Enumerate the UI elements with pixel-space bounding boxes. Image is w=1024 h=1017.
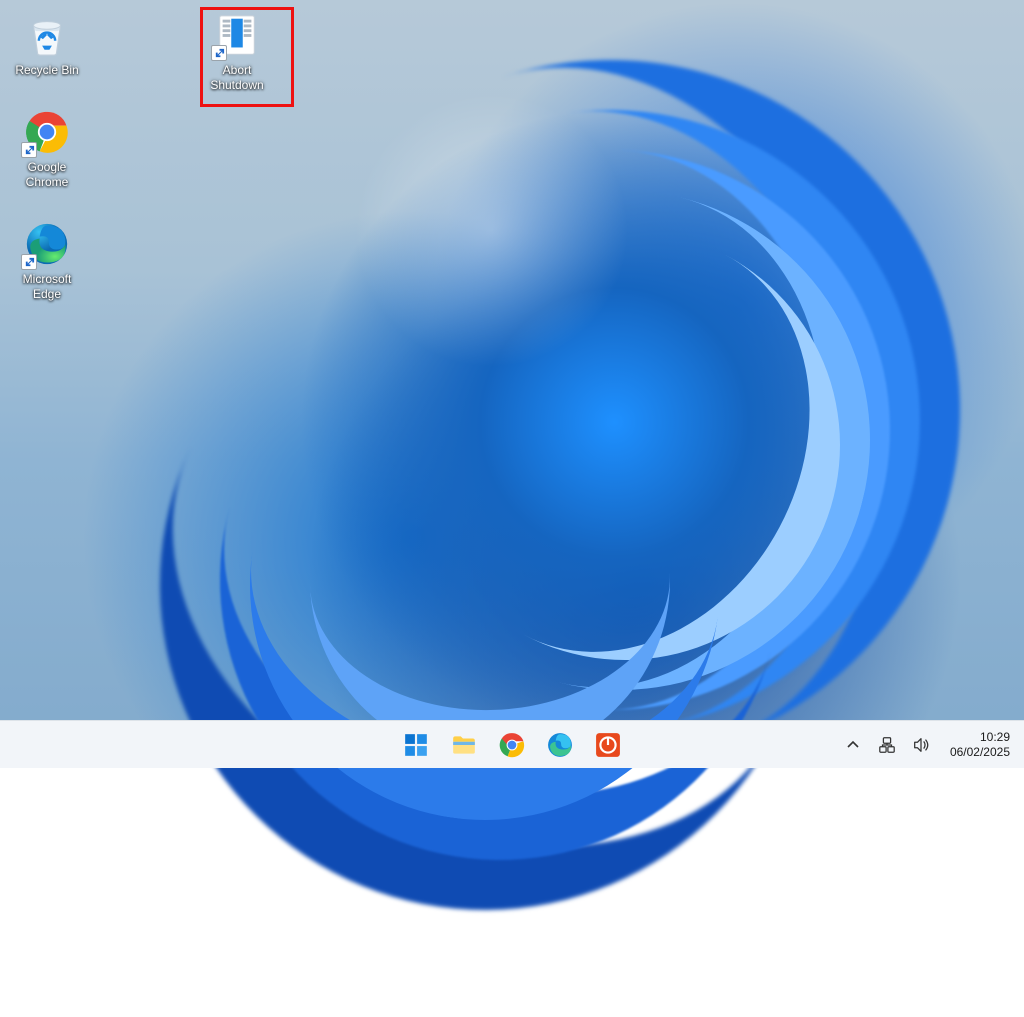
tray-volume-button[interactable] — [908, 721, 934, 769]
desktop-icon-abort-shutdown[interactable]: Abort Shutdown — [195, 5, 279, 97]
desktop[interactable]: Recycle Bin Google — [0, 0, 1024, 768]
desktop-icon-label: Recycle Bin — [15, 63, 78, 78]
clock-time: 10:29 — [950, 730, 1010, 745]
tray-network-button[interactable] — [874, 721, 900, 769]
clock-date: 06/02/2025 — [950, 745, 1010, 760]
desktop-icon-label: Abort Shutdown — [197, 63, 277, 93]
tray-overflow-button[interactable] — [840, 721, 866, 769]
chrome-icon — [499, 732, 525, 758]
start-button[interactable] — [395, 724, 437, 766]
chevron-up-icon — [847, 739, 859, 751]
power-icon — [595, 732, 621, 758]
file-explorer-icon — [451, 732, 477, 758]
desktop-icon-label: Google Chrome — [7, 160, 87, 190]
system-tray: 10:29 06/02/2025 — [840, 721, 1018, 768]
taskbar-clock[interactable]: 10:29 06/02/2025 — [942, 730, 1018, 760]
edge-icon — [547, 732, 573, 758]
windows-logo-icon — [403, 732, 429, 758]
recycle-bin-icon — [23, 11, 71, 59]
taskbar: 10:29 06/02/2025 — [0, 720, 1024, 768]
speaker-icon — [912, 736, 930, 754]
shortcut-arrow-icon — [211, 45, 227, 61]
shortcut-arrow-icon — [21, 142, 37, 158]
taskbar-abort-shutdown[interactable] — [587, 724, 629, 766]
taskbar-file-explorer[interactable] — [443, 724, 485, 766]
desktop-icon-microsoft-edge[interactable]: Microsoft Edge — [5, 214, 89, 306]
network-icon — [878, 736, 896, 754]
desktop-icon-recycle-bin[interactable]: Recycle Bin — [5, 5, 89, 82]
edge-icon — [23, 220, 71, 268]
shortcut-document-icon — [213, 11, 261, 59]
taskbar-microsoft-edge[interactable] — [539, 724, 581, 766]
taskbar-google-chrome[interactable] — [491, 724, 533, 766]
shortcut-arrow-icon — [21, 254, 37, 270]
desktop-icon-google-chrome[interactable]: Google Chrome — [5, 102, 89, 194]
taskbar-pinned-apps — [395, 721, 629, 768]
chrome-icon — [23, 108, 71, 156]
desktop-icon-label: Microsoft Edge — [7, 272, 87, 302]
